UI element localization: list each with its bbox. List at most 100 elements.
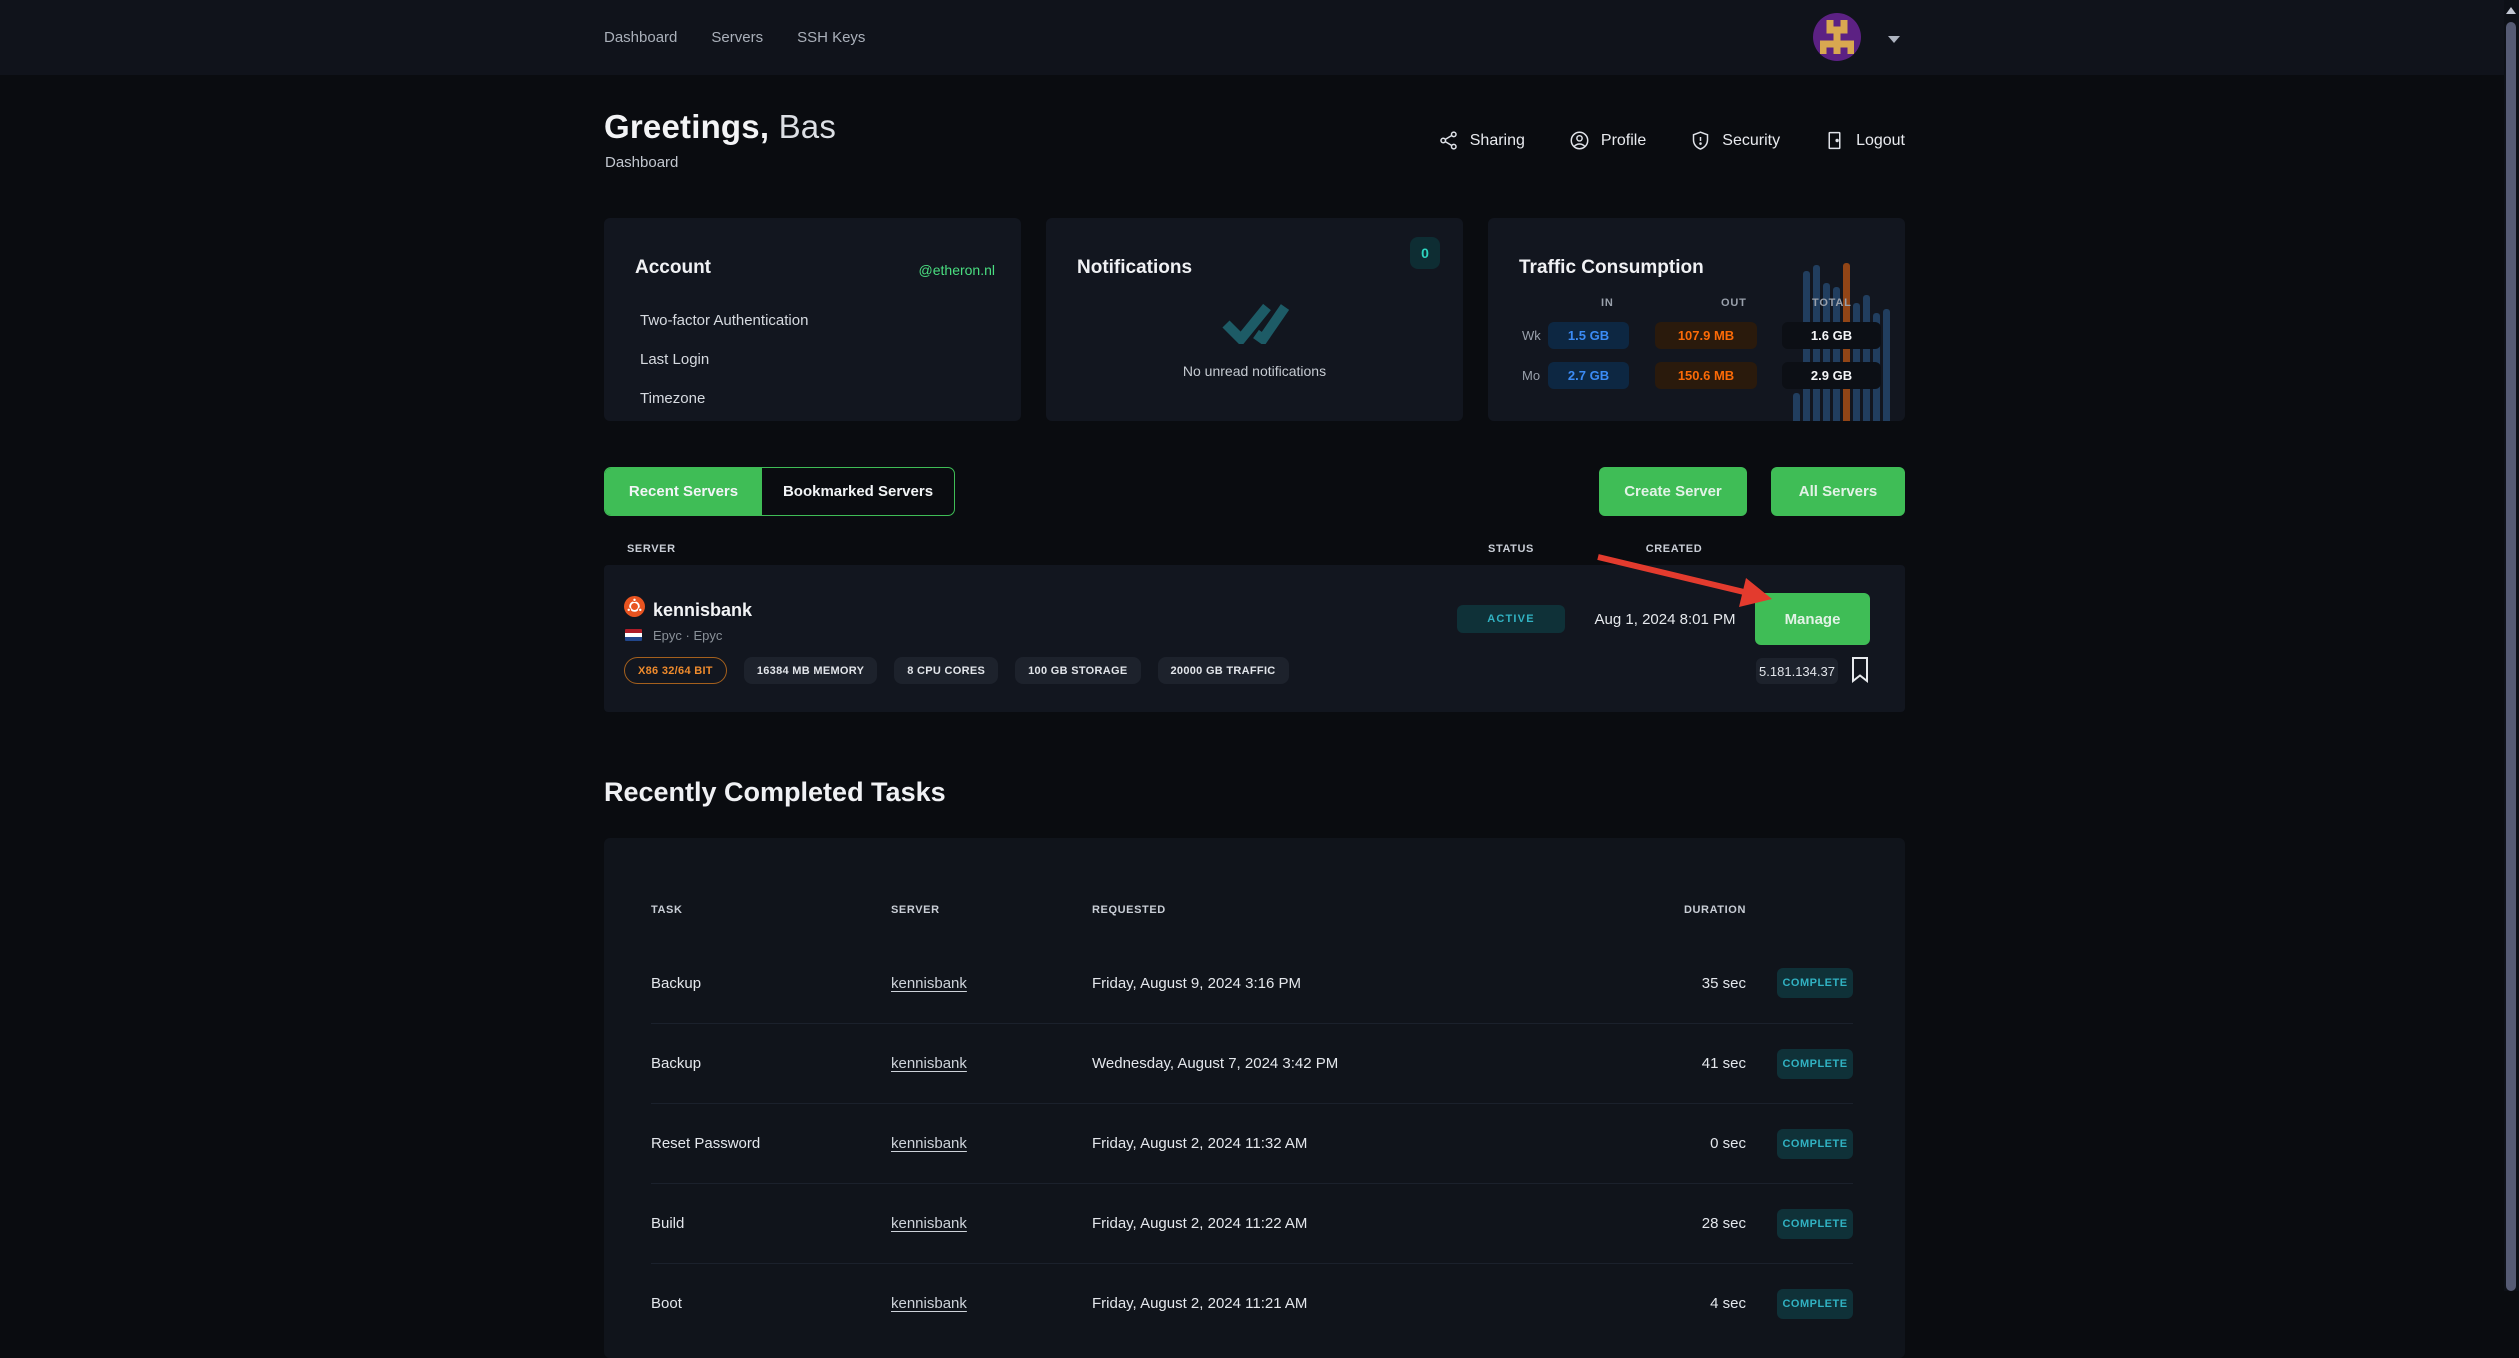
profile-label: Profile	[1601, 132, 1646, 150]
cpu-badge: 8 CPU CORES	[894, 657, 998, 684]
account-card: Account @etheron.nl Two-factor Authentic…	[604, 218, 1021, 421]
task-requested: Wednesday, August 7, 2024 3:42 PM	[1092, 1055, 1626, 1072]
task-name: Boot	[651, 1295, 891, 1312]
scroll-up-arrow-icon[interactable]	[2506, 7, 2516, 14]
table-row: Build kennisbank Friday, August 2, 2024 …	[651, 1183, 1853, 1263]
task-server-link[interactable]: kennisbank	[891, 1295, 967, 1312]
traffic-month-total: 2.9 GB	[1782, 362, 1881, 389]
server-col-header: SERVER	[891, 904, 1092, 916]
arch-badge: X86 32/64 BIT	[624, 657, 727, 684]
task-col-header: TASK	[651, 904, 891, 916]
main-content: Greetings, Bas Dashboard Sharing Profile…	[604, 0, 1905, 1291]
task-name: Reset Password	[651, 1135, 891, 1152]
traffic-card: Traffic Consumption IN OUT TOTAL Wk 1.5 …	[1488, 218, 1905, 421]
shield-icon	[1690, 130, 1711, 151]
double-check-icon	[1219, 300, 1291, 349]
storage-badge: 100 GB STORAGE	[1015, 657, 1140, 684]
account-row-2fa: Two-factor Authentication	[640, 312, 808, 329]
netherlands-flag-icon	[625, 629, 642, 641]
notifications-count-badge: 0	[1410, 237, 1440, 269]
task-server-link[interactable]: kennisbank	[891, 1135, 967, 1152]
status-col-header: STATUS	[1457, 543, 1565, 555]
server-spec-badges: X86 32/64 BIT 16384 MB MEMORY 8 CPU CORE…	[624, 657, 1289, 684]
task-duration: 35 sec	[1626, 975, 1746, 992]
account-handle-link[interactable]: @etheron.nl	[919, 262, 995, 278]
task-name: Backup	[651, 975, 891, 992]
task-server-link[interactable]: kennisbank	[891, 1055, 967, 1072]
task-duration: 4 sec	[1626, 1295, 1746, 1312]
greeting-text: Greetings,	[604, 108, 769, 145]
server-tabs: Recent Servers Bookmarked Servers	[604, 467, 955, 516]
server-table-header: SERVER STATUS CREATED	[604, 543, 1905, 557]
memory-badge: 16384 MB MEMORY	[744, 657, 877, 684]
task-requested: Friday, August 2, 2024 11:22 AM	[1092, 1215, 1626, 1232]
traffic-week-in: 1.5 GB	[1548, 322, 1629, 349]
scrollbar[interactable]	[2504, 0, 2519, 1291]
task-status-badge: COMPLETE	[1777, 1289, 1853, 1319]
profile-button[interactable]: Profile	[1569, 130, 1646, 151]
server-row: kennisbank Epyc · Epyc ACTIVE Aug 1, 202…	[604, 565, 1905, 712]
task-name: Backup	[651, 1055, 891, 1072]
task-name: Build	[651, 1215, 891, 1232]
requested-col-header: REQUESTED	[1092, 904, 1626, 916]
tab-recent-servers[interactable]: Recent Servers	[605, 468, 762, 515]
manage-button[interactable]: Manage	[1755, 593, 1870, 645]
traffic-week-total: 1.6 GB	[1782, 322, 1881, 349]
task-status-badge: COMPLETE	[1777, 1049, 1853, 1079]
task-requested: Friday, August 2, 2024 11:32 AM	[1092, 1135, 1626, 1152]
profile-icon	[1569, 130, 1590, 151]
task-server-link[interactable]: kennisbank	[891, 975, 967, 992]
header-actions: Sharing Profile Security Logout	[1438, 130, 1905, 151]
notifications-empty-text: No unread notifications	[1046, 363, 1463, 379]
table-row: Reset Password kennisbank Friday, August…	[651, 1103, 1853, 1183]
traffic-row-label-month: Mo	[1522, 368, 1540, 383]
task-server-link[interactable]: kennisbank	[891, 1215, 967, 1232]
traffic-row-label-week: Wk	[1522, 328, 1541, 343]
table-row: Backup kennisbank Friday, August 9, 2024…	[651, 943, 1853, 1023]
traffic-col-in: IN	[1601, 297, 1614, 309]
traffic-month-in: 2.7 GB	[1548, 362, 1629, 389]
bookmark-icon[interactable]	[1850, 655, 1870, 685]
duration-col-header: DURATION	[1626, 904, 1746, 916]
created-col-header: CREATED	[1604, 543, 1744, 555]
traffic-badge: 20000 GB TRAFFIC	[1158, 657, 1289, 684]
sharing-button[interactable]: Sharing	[1438, 130, 1525, 151]
tasks-table: TASK SERVER REQUESTED DURATION Backup ke…	[604, 838, 1905, 1358]
logout-button[interactable]: Logout	[1824, 130, 1905, 151]
server-ip-badge: 5.181.134.37	[1756, 658, 1838, 684]
task-duration: 28 sec	[1626, 1215, 1746, 1232]
share-icon	[1438, 130, 1459, 151]
traffic-week-out: 107.9 MB	[1655, 322, 1757, 349]
task-duration: 41 sec	[1626, 1055, 1746, 1072]
security-label: Security	[1722, 132, 1780, 150]
task-status-badge: COMPLETE	[1777, 968, 1853, 998]
server-col-header: SERVER	[627, 543, 676, 555]
status-badge: ACTIVE	[1457, 605, 1565, 633]
ubuntu-os-icon	[624, 596, 645, 617]
traffic-col-out: OUT	[1721, 297, 1747, 309]
server-created-text: Aug 1, 2024 8:01 PM	[1560, 611, 1770, 628]
tab-bookmarked-servers[interactable]: Bookmarked Servers	[762, 468, 954, 515]
tasks-section-title: Recently Completed Tasks	[604, 777, 946, 808]
summary-cards: Account @etheron.nl Two-factor Authentic…	[604, 218, 1905, 421]
sharing-label: Sharing	[1470, 132, 1525, 150]
username-text: Bas	[779, 108, 836, 145]
table-row: Backup kennisbank Wednesday, August 7, 2…	[651, 1023, 1853, 1103]
task-requested: Friday, August 2, 2024 11:21 AM	[1092, 1295, 1626, 1312]
server-name-link[interactable]: kennisbank	[653, 600, 752, 621]
account-card-title: Account	[635, 257, 711, 279]
server-plan-text: Epyc · Epyc	[653, 628, 722, 643]
task-requested: Friday, August 9, 2024 3:16 PM	[1092, 975, 1626, 992]
task-status-badge: COMPLETE	[1777, 1209, 1853, 1239]
create-server-button[interactable]: Create Server	[1599, 467, 1747, 516]
traffic-col-total: TOTAL	[1812, 297, 1852, 309]
task-duration: 0 sec	[1626, 1135, 1746, 1152]
logout-label: Logout	[1856, 132, 1905, 150]
notifications-card: Notifications 0 No unread notifications	[1046, 218, 1463, 421]
account-row-last-login: Last Login	[640, 351, 808, 368]
security-button[interactable]: Security	[1690, 130, 1780, 151]
scrollbar-thumb[interactable]	[2506, 22, 2516, 1291]
breadcrumb: Dashboard	[605, 154, 678, 171]
all-servers-button[interactable]: All Servers	[1771, 467, 1905, 516]
notifications-card-title: Notifications	[1077, 257, 1192, 279]
